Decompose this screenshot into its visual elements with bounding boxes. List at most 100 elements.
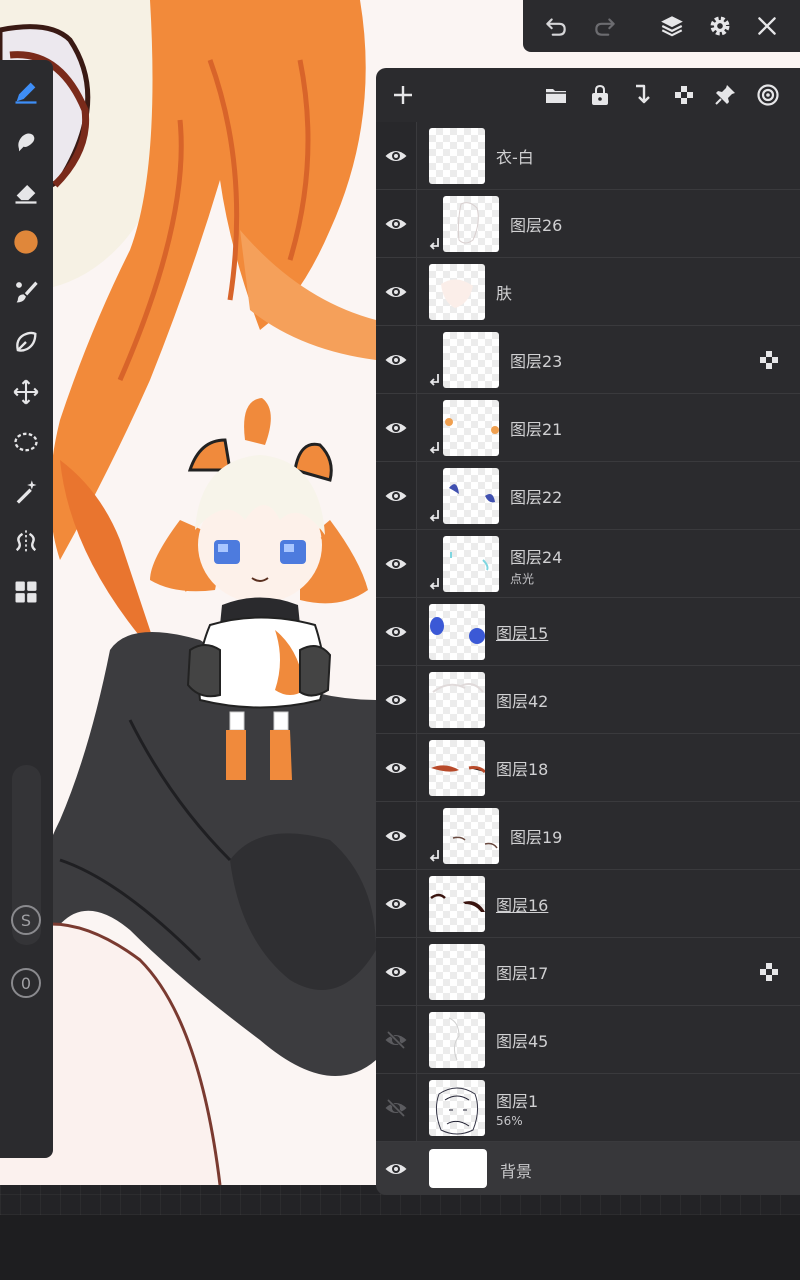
eraser-icon[interactable] xyxy=(8,174,44,210)
close-icon[interactable] xyxy=(749,8,785,44)
clip-arrow-icon xyxy=(428,508,442,526)
layer-name: 肤 xyxy=(496,284,513,303)
layer-thumbnail xyxy=(429,1149,487,1188)
eye-icon[interactable] xyxy=(382,1155,410,1183)
layer-subtitle: 点光 xyxy=(510,572,535,586)
clip-arrow-icon xyxy=(428,236,442,254)
eye-icon[interactable] xyxy=(382,618,410,646)
layer-thumbnail xyxy=(443,468,499,524)
clip-arrow-icon xyxy=(428,576,442,594)
eye-icon[interactable] xyxy=(382,210,410,238)
layer-thumbnail xyxy=(429,264,485,320)
layers-icon[interactable] xyxy=(654,8,690,44)
layer-name: 图层24 xyxy=(510,548,563,567)
layer-name: 图层18 xyxy=(496,760,549,779)
layer-row[interactable]: 图层45 xyxy=(376,1006,800,1074)
layer-thumbnail xyxy=(429,128,485,184)
add-layer-icon[interactable] xyxy=(388,80,418,110)
eye-icon[interactable] xyxy=(382,414,410,442)
reference-icon[interactable] xyxy=(753,80,783,110)
bottom-bar xyxy=(0,1185,800,1280)
magic-wand-icon[interactable] xyxy=(8,474,44,510)
tool-panel: S 0 xyxy=(0,60,53,1158)
layer-thumbnail xyxy=(429,944,485,1000)
clip-arrow-icon xyxy=(428,848,442,866)
layers-panel: 衣-白图层26 肤图层23 图层21 图层22 图层24 点光图层15 图层42 图层18 图层… xyxy=(376,68,800,1195)
eye-icon[interactable] xyxy=(382,346,410,374)
brush-icon[interactable] xyxy=(8,274,44,310)
eye-icon[interactable] xyxy=(382,686,410,714)
layer-row[interactable]: 图层15 xyxy=(376,598,800,666)
color-swatch-icon[interactable] xyxy=(8,224,44,260)
alpha-lock-icon xyxy=(760,351,778,369)
layer-row[interactable]: 图层17 xyxy=(376,938,800,1006)
pen-icon[interactable] xyxy=(8,74,44,110)
lock-icon[interactable] xyxy=(585,80,615,110)
layer-name: 图层42 xyxy=(496,692,549,711)
layer-row[interactable]: 图层18 xyxy=(376,734,800,802)
layer-row[interactable]: 图层42 xyxy=(376,666,800,734)
layer-name: 图层15 xyxy=(496,624,549,643)
layer-thumbnail xyxy=(443,536,499,592)
layer-row[interactable]: 图层19 xyxy=(376,802,800,870)
gear-icon[interactable] xyxy=(702,8,738,44)
layer-thumbnail xyxy=(429,740,485,796)
pin-icon[interactable] xyxy=(710,80,740,110)
opacity-button[interactable]: 0 xyxy=(11,968,41,998)
layer-row[interactable]: 图层24 点光 xyxy=(376,530,800,598)
layer-name: 背景 xyxy=(500,1162,533,1181)
layer-thumbnail xyxy=(443,400,499,456)
layer-row[interactable]: 图层23 xyxy=(376,326,800,394)
folder-icon[interactable] xyxy=(541,80,571,110)
layer-row[interactable]: 图层26 xyxy=(376,190,800,258)
lasso-fill-icon[interactable] xyxy=(8,324,44,360)
layer-thumbnail xyxy=(429,1080,485,1136)
layer-name: 图层21 xyxy=(510,420,563,439)
clip-arrow-icon xyxy=(428,440,442,458)
undo-icon[interactable] xyxy=(538,8,574,44)
layer-row[interactable]: 肤 xyxy=(376,258,800,326)
layer-row[interactable]: 图层22 xyxy=(376,462,800,530)
eye-icon[interactable] xyxy=(382,482,410,510)
layer-row[interactable]: 图层21 xyxy=(376,394,800,462)
layer-thumbnail xyxy=(429,672,485,728)
merge-down-icon[interactable] xyxy=(627,80,657,110)
layer-name: 图层22 xyxy=(510,488,563,507)
eye-icon[interactable] xyxy=(382,822,410,850)
symmetry-icon[interactable] xyxy=(8,524,44,560)
eye-icon[interactable] xyxy=(382,278,410,306)
top-toolbar xyxy=(523,0,800,52)
layer-name: 图层23 xyxy=(510,352,563,371)
move-icon[interactable] xyxy=(8,374,44,410)
eye-hidden-icon[interactable] xyxy=(382,1094,410,1122)
layer-name: 图层45 xyxy=(496,1032,549,1051)
layer-name: 图层19 xyxy=(510,828,563,847)
layer-thumbnail xyxy=(429,876,485,932)
layer-thumbnail xyxy=(443,196,499,252)
layer-thumbnail xyxy=(443,808,499,864)
eye-hidden-icon[interactable] xyxy=(382,1026,410,1054)
size-button[interactable]: S xyxy=(11,905,41,935)
smudge-icon[interactable] xyxy=(8,124,44,160)
layer-thumbnail xyxy=(429,1012,485,1068)
layer-name: 图层1 xyxy=(496,1092,539,1111)
eye-icon[interactable] xyxy=(382,890,410,918)
layer-row-background[interactable]: 背景 xyxy=(376,1142,800,1195)
layer-name: 图层16 xyxy=(496,896,549,915)
layer-subtitle: 56% xyxy=(496,1114,523,1128)
layer-name: 图层17 xyxy=(496,964,549,983)
alpha-lock-icon xyxy=(760,963,778,981)
alpha-lock-icon[interactable] xyxy=(669,80,699,110)
eye-icon[interactable] xyxy=(382,958,410,986)
layer-name: 图层26 xyxy=(510,216,563,235)
lasso-select-icon[interactable] xyxy=(8,424,44,460)
eye-icon[interactable] xyxy=(382,550,410,578)
redo-icon[interactable] xyxy=(587,8,623,44)
eye-icon[interactable] xyxy=(382,142,410,170)
eye-icon[interactable] xyxy=(382,754,410,782)
layer-row[interactable]: 衣-白 xyxy=(376,122,800,190)
layer-row[interactable]: 图层16 xyxy=(376,870,800,938)
panels-icon[interactable] xyxy=(8,574,44,610)
layer-thumbnail xyxy=(429,604,485,660)
layer-row[interactable]: 图层1 56% xyxy=(376,1074,800,1142)
